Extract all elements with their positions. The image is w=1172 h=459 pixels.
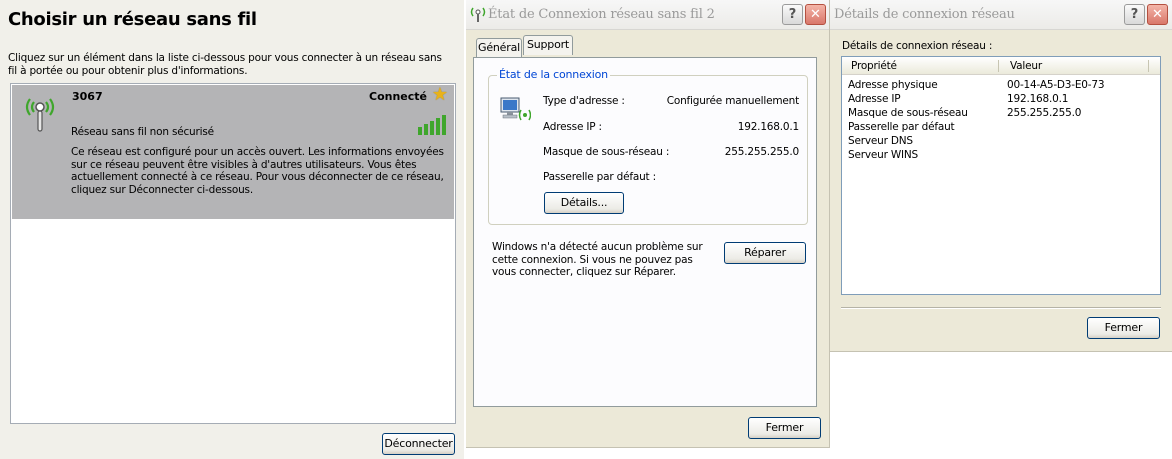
property-name: Passerelle par défaut xyxy=(848,121,955,133)
subnet-mask-label: Masque de sous-réseau : xyxy=(543,146,670,158)
details-button[interactable]: Détails... xyxy=(544,192,624,214)
page-description: Cliquez sur un élément dans la liste ci-… xyxy=(8,52,442,77)
network-security: Réseau sans fil non sécurisé xyxy=(71,126,214,138)
close-icon[interactable]: ✕ xyxy=(1147,4,1168,25)
list-item[interactable]: Adresse IP 192.168.0.1 xyxy=(842,93,1160,107)
column-divider[interactable] xyxy=(998,60,999,72)
title-bar[interactable]: Détails de connexion réseau ? ✕ xyxy=(830,0,1172,30)
column-divider[interactable] xyxy=(1148,60,1149,72)
property-name: Serveur DNS xyxy=(848,135,913,147)
list-item[interactable]: Passerelle par défaut xyxy=(842,121,1160,135)
close-button[interactable]: Fermer xyxy=(1087,317,1160,339)
address-type-label: Type d'adresse : xyxy=(543,95,625,107)
star-icon: ★ xyxy=(431,84,448,105)
property-value: 192.168.0.1 xyxy=(1007,93,1069,105)
title-bar[interactable]: État de Connexion réseau sans fil 2 ? ✕ xyxy=(466,0,829,30)
property-value: 255.255.255.0 xyxy=(1007,107,1082,119)
repair-button[interactable]: Réparer xyxy=(724,242,806,264)
property-value: 00-14-A5-D3-E0-73 xyxy=(1007,79,1105,91)
property-name: Masque de sous-réseau xyxy=(848,107,968,119)
list-header: Propriété Valeur xyxy=(842,57,1160,75)
property-name: Serveur WINS xyxy=(848,149,919,161)
tab-panel-support: État de la connexion Type d'adresse : Co… xyxy=(473,57,817,407)
network-list-item[interactable]: 3067 Connecté ★ Réseau sans fil non sécu… xyxy=(12,85,454,219)
list-item[interactable]: Adresse physique 00-14-A5-D3-E0-73 xyxy=(842,79,1160,93)
list-item[interactable]: Masque de sous-réseau 255.255.255.0 xyxy=(842,107,1160,121)
address-type-value: Configurée manuellement xyxy=(666,95,799,107)
disconnect-button[interactable]: Déconnecter xyxy=(382,433,455,455)
network-list: 3067 Connecté ★ Réseau sans fil non sécu… xyxy=(10,83,456,424)
network-connection-icon xyxy=(499,94,532,129)
property-name: Adresse physique xyxy=(848,79,938,91)
details-list: Propriété Valeur Adresse physique 00-14-… xyxy=(841,56,1161,295)
divider xyxy=(841,307,1161,309)
network-ssid: 3067 xyxy=(72,90,103,103)
help-button[interactable]: ? xyxy=(782,4,803,25)
connection-status-dialog: État de Connexion réseau sans fil 2 ? ✕ … xyxy=(466,0,830,448)
help-button[interactable]: ? xyxy=(1124,4,1145,25)
wireless-antenna-icon xyxy=(22,93,58,138)
signal-bars-icon xyxy=(418,115,446,138)
dialog-title: Détails de connexion réseau xyxy=(834,7,1015,22)
column-header-property[interactable]: Propriété xyxy=(851,60,897,72)
network-details-text: Ce réseau est configuré pour un accès ou… xyxy=(71,146,444,196)
wireless-network-list-panel: Choisir un réseau sans fil Cliquez sur u… xyxy=(0,0,464,459)
list-item[interactable]: Serveur WINS xyxy=(842,149,1160,163)
dialog-title: État de Connexion réseau sans fil 2 xyxy=(488,7,715,22)
connection-details-dialog: Détails de connexion réseau ? ✕ Détails … xyxy=(830,0,1172,352)
subnet-mask-value: 255.255.255.0 xyxy=(724,146,799,158)
column-header-value[interactable]: Valeur xyxy=(1010,60,1042,72)
network-status: Connecté xyxy=(369,90,427,103)
close-icon[interactable]: ✕ xyxy=(805,4,826,25)
tab-general[interactable]: Général xyxy=(476,38,522,58)
page-title: Choisir un réseau sans fil xyxy=(8,9,257,30)
close-button[interactable]: Fermer xyxy=(748,417,821,439)
repair-help-text: Windows n'a détecté aucun problème sur c… xyxy=(492,241,703,278)
tab-support[interactable]: Support xyxy=(523,35,573,55)
property-name: Adresse IP xyxy=(848,93,901,105)
ip-address-value: 192.168.0.1 xyxy=(737,121,799,133)
list-item[interactable]: Serveur DNS xyxy=(842,135,1160,149)
connection-status-group: État de la connexion Type d'adresse : Co… xyxy=(488,68,808,225)
group-label: État de la connexion xyxy=(497,68,610,81)
default-gateway-label: Passerelle par défaut : xyxy=(543,171,656,183)
ip-address-label: Adresse IP : xyxy=(543,121,602,133)
section-label: Détails de connexion réseau : xyxy=(842,40,993,52)
wireless-connection-icon xyxy=(470,5,486,26)
